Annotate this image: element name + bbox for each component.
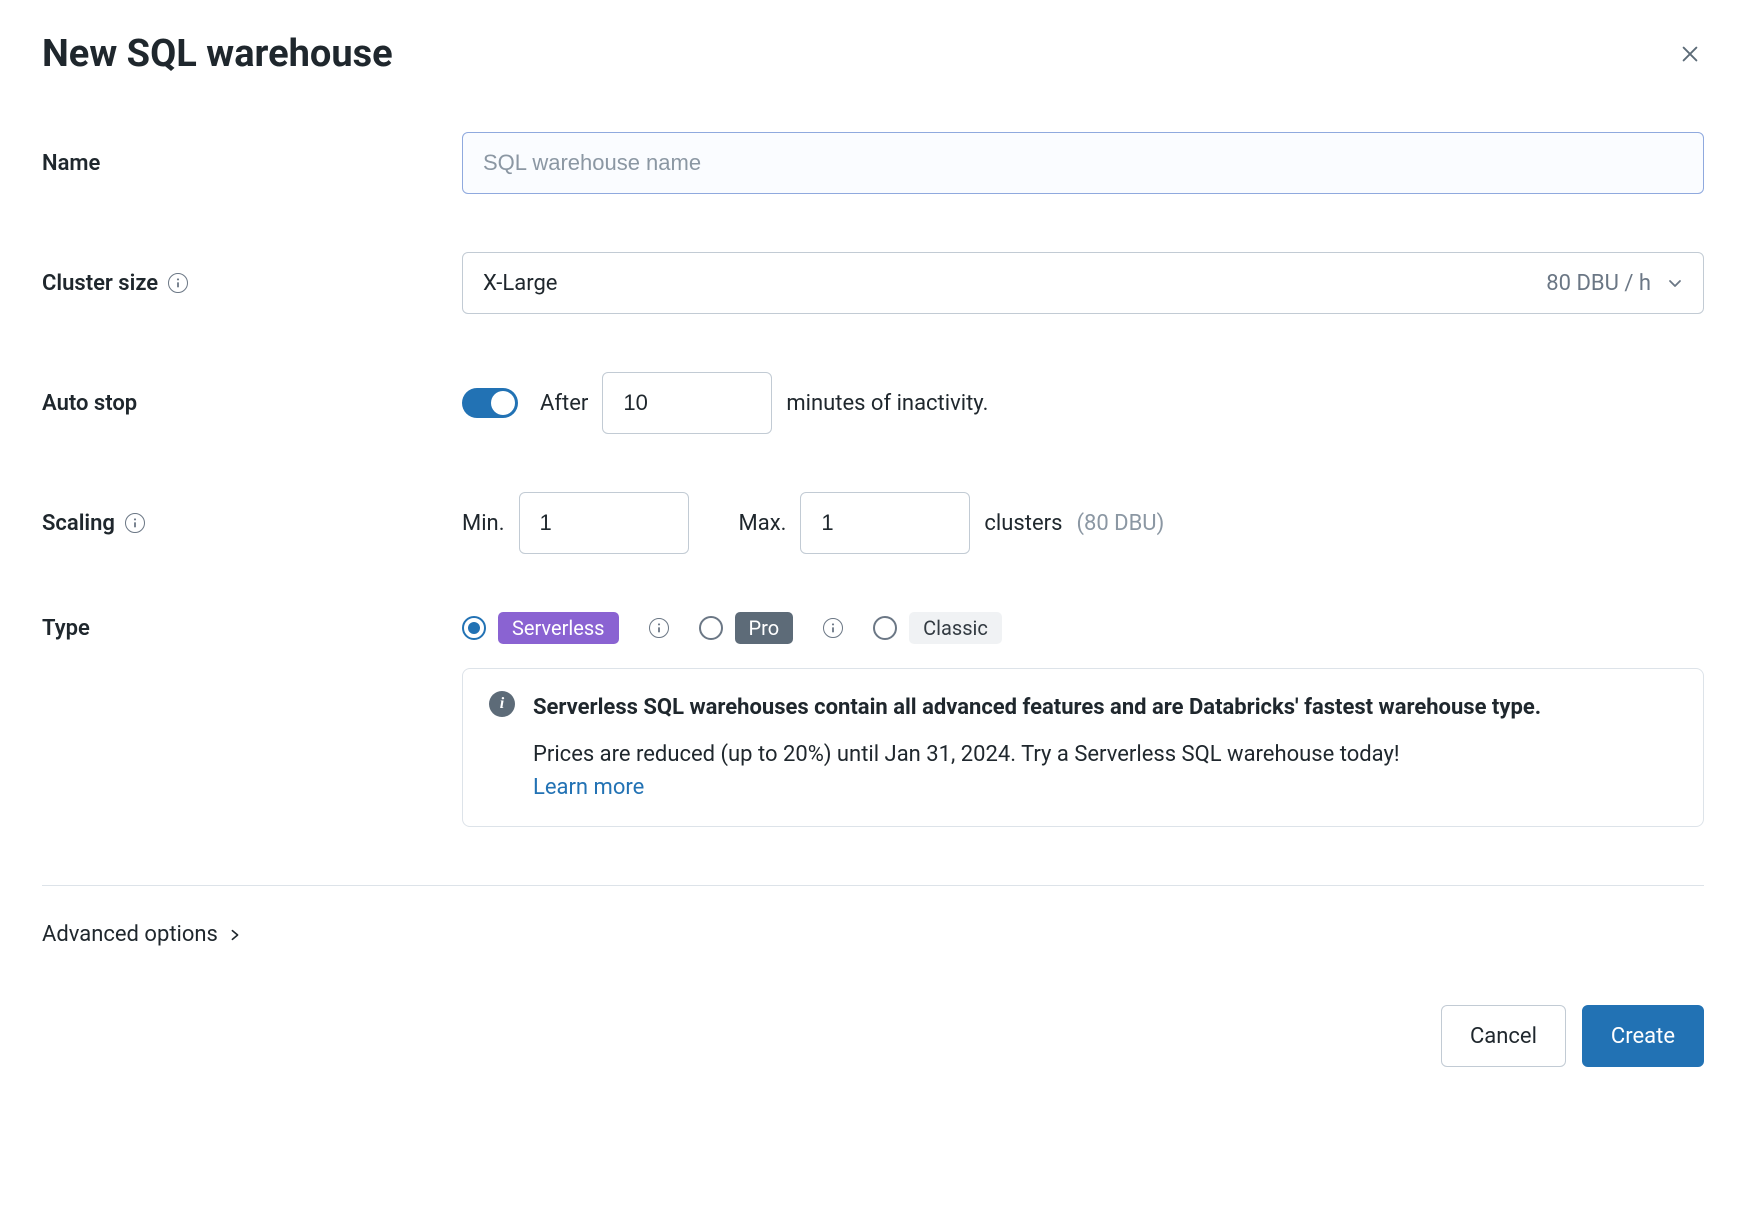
name-input[interactable]	[462, 132, 1704, 194]
chevron-down-icon	[1667, 275, 1683, 291]
auto-stop-minutes-input[interactable]	[602, 372, 772, 434]
scaling-max-label: Max.	[739, 511, 787, 536]
info-icon: i	[489, 691, 515, 717]
auto-stop-toggle[interactable]	[462, 388, 518, 418]
name-label: Name	[42, 151, 100, 176]
create-button[interactable]: Create	[1582, 1005, 1704, 1067]
page-title: New SQL warehouse	[42, 32, 393, 76]
info-icon[interactable]	[168, 273, 188, 293]
info-icon[interactable]	[125, 513, 145, 533]
cluster-size-label: Cluster size	[42, 271, 158, 296]
type-badge-serverless: Serverless	[498, 612, 619, 644]
auto-stop-label: Auto stop	[42, 391, 137, 416]
chevron-right-icon	[228, 928, 242, 942]
close-icon	[1679, 43, 1701, 65]
cluster-size-value: X-Large	[483, 271, 557, 296]
scaling-min-input[interactable]	[519, 492, 689, 554]
type-label: Type	[42, 616, 90, 641]
type-badge-pro: Pro	[735, 612, 794, 644]
type-radio-pro[interactable]	[699, 616, 723, 640]
close-button[interactable]	[1676, 40, 1704, 68]
scaling-cost: (80 DBU)	[1076, 511, 1164, 536]
advanced-options-label: Advanced options	[42, 922, 218, 947]
scaling-clusters-label: clusters	[984, 511, 1062, 536]
cluster-size-cost: 80 DBU / h	[1546, 271, 1651, 296]
info-icon[interactable]	[649, 618, 669, 638]
learn-more-link[interactable]: Learn more	[533, 775, 644, 800]
info-icon[interactable]	[823, 618, 843, 638]
type-radio-serverless[interactable]	[462, 616, 486, 640]
auto-stop-prefix: After	[540, 391, 588, 416]
info-panel-body: Prices are reduced (up to 20%) until Jan…	[533, 742, 1400, 767]
advanced-options-toggle[interactable]: Advanced options	[42, 922, 1704, 947]
type-info-panel: i Serverless SQL warehouses contain all …	[462, 668, 1704, 827]
type-badge-classic: Classic	[909, 612, 1002, 644]
scaling-min-label: Min.	[462, 511, 505, 536]
auto-stop-suffix: minutes of inactivity.	[786, 391, 988, 416]
scaling-label: Scaling	[42, 511, 115, 536]
cancel-button[interactable]: Cancel	[1441, 1005, 1566, 1067]
type-radio-classic[interactable]	[873, 616, 897, 640]
cluster-size-select[interactable]: X-Large 80 DBU / h	[462, 252, 1704, 314]
info-panel-heading: Serverless SQL warehouses contain all ad…	[533, 691, 1677, 724]
divider	[42, 885, 1704, 886]
scaling-max-input[interactable]	[800, 492, 970, 554]
